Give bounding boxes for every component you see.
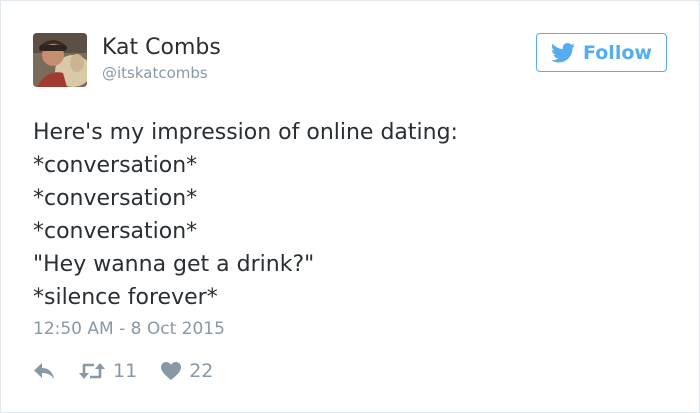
- retweet-icon: [79, 363, 105, 379]
- avatar[interactable]: [33, 33, 87, 87]
- follow-button[interactable]: Follow: [536, 33, 667, 72]
- tweet-text: Here's my impression of online dating: *…: [33, 116, 673, 314]
- like-count: 22: [189, 360, 214, 382]
- tweet-line: *conversation*: [33, 186, 198, 211]
- tweet-line: "Hey wanna get a drink?": [33, 252, 315, 277]
- tweet-card: Kat Combs @itskatcombs Follow Here's my …: [0, 0, 700, 413]
- tweet-line: Here's my impression of online dating:: [33, 120, 458, 145]
- retweet-button[interactable]: 11: [79, 360, 137, 382]
- tweet-line: *conversation*: [33, 219, 198, 244]
- tweet-line: *silence forever*: [33, 285, 218, 310]
- twitter-bird-icon: [551, 42, 576, 62]
- user-name[interactable]: Kat Combs: [102, 34, 221, 62]
- heart-icon: [161, 362, 182, 380]
- tweet-line: *conversation*: [33, 153, 198, 178]
- user-handle[interactable]: @itskatcombs: [102, 63, 208, 83]
- tweet-actions: 11 22: [33, 357, 213, 385]
- like-button[interactable]: 22: [161, 360, 213, 382]
- avatar-image: [33, 33, 87, 87]
- tweet-timestamp[interactable]: 12:50 AM - 8 Oct 2015: [33, 318, 225, 340]
- reply-icon: [34, 363, 54, 379]
- follow-button-label: Follow: [583, 41, 652, 64]
- reply-button[interactable]: [33, 362, 55, 380]
- retweet-count: 11: [113, 360, 138, 382]
